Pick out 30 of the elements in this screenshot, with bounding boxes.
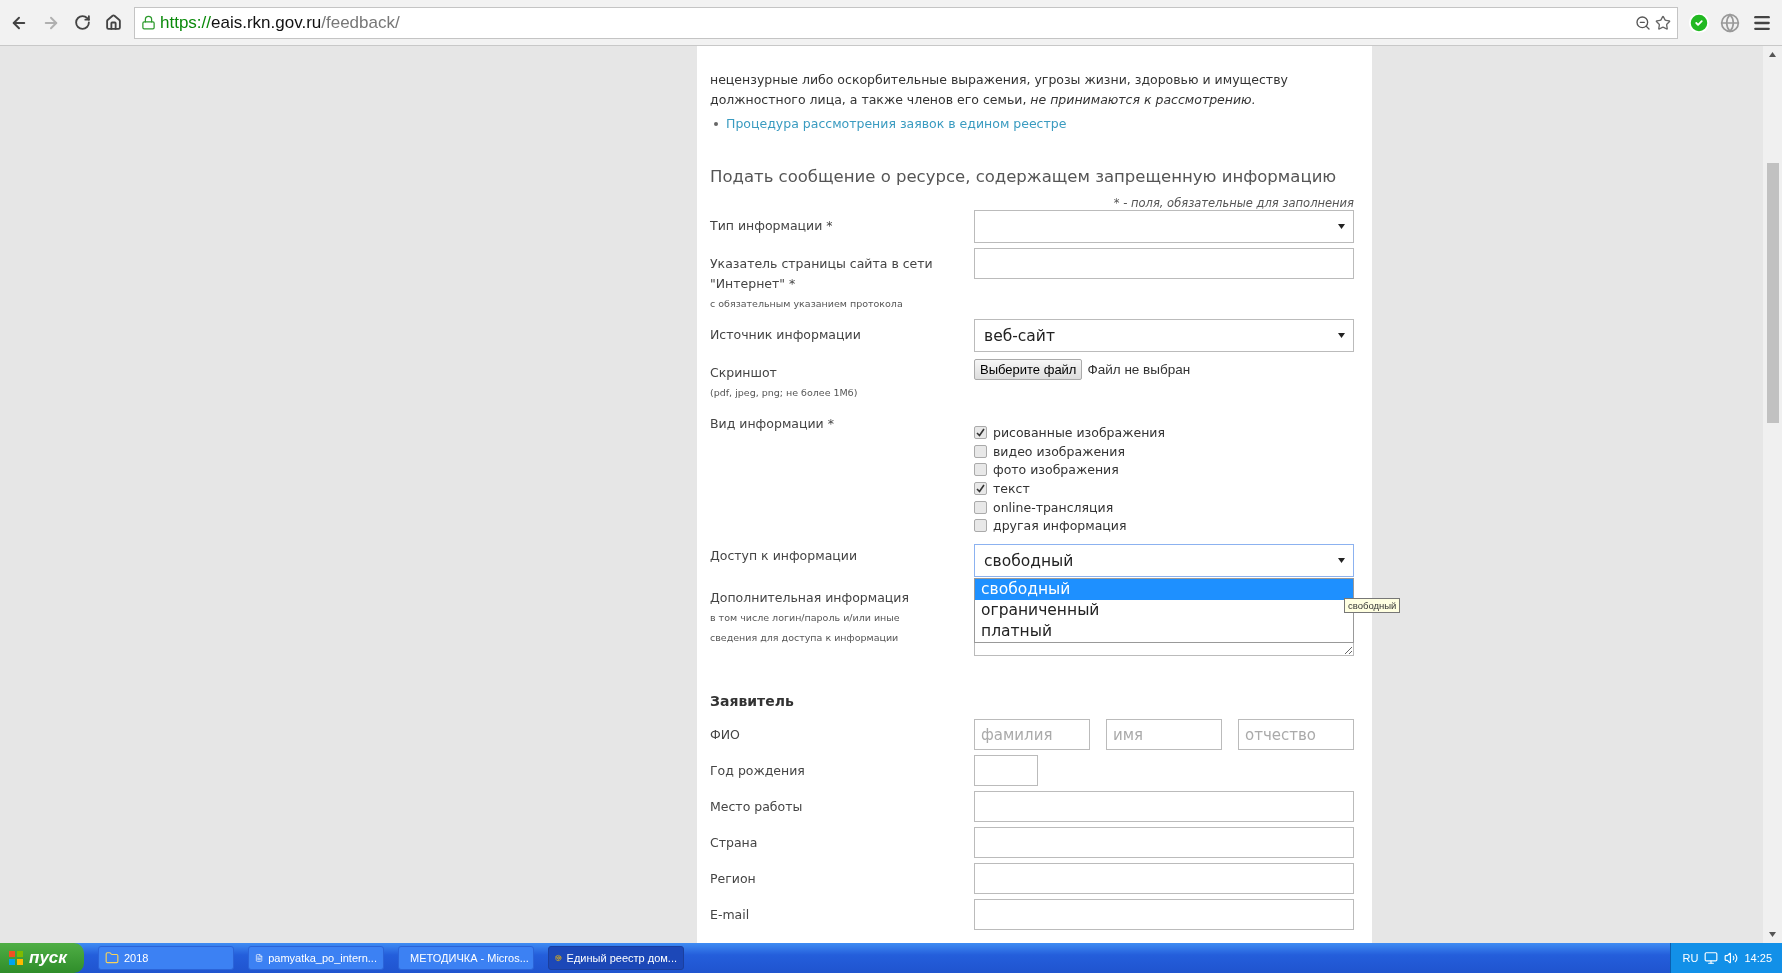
field-label: Регион [710,870,757,889]
field-label: Доступ к информации [710,547,859,566]
field-hint: в том числе логин/пароль и/или иные сведения для доступа к информации [710,611,901,646]
field-label: Указатель страницы сайта в сети "Интернет" * [710,255,934,293]
checkbox-label: фото изображения [993,462,1119,478]
required-note: * - поля, обязательные для заполнения [1112,196,1354,210]
checkbox-label: рисованные изображения [993,424,1165,440]
file-status: Файл не выбран [1087,362,1191,377]
notice-paragraph: нецензурные либо оскорбительные выражения, угрозы жизни, здоровью и имуществу должностного лица, а также членов его семьи, не принимаются к рассмотрению. [710,71,1289,109]
checkbox-label: текст [993,480,1030,496]
clock: 14:25 [1744,952,1772,964]
field-label: Год рождения [710,762,806,781]
field-label: Тип информации * [710,217,834,235]
field-label: Место работы [710,798,804,817]
field-label: Скриншот [710,364,778,382]
field-label: Источник информации [710,326,862,344]
form-title: Подать сообщение о ресурсе, содержащем запрещенную информацию [710,167,1338,186]
tooltip: свободный [1344,598,1401,614]
section-title: Заявитель [710,693,795,710]
checkbox-label: online-трансляция [993,499,1114,515]
field-label: Страна [710,834,759,853]
url-text: https://eais.rkn.gov.ru/feedback/ [160,12,400,33]
field-hint: с обязательным указанием протокола [710,297,904,311]
field-label: Вид информации * [710,415,835,433]
field-label: Дополнительная информация [710,589,910,608]
field-label: E-mail [710,906,751,925]
checkbox-label: видео изображения [993,443,1125,459]
checkbox-label: другая информация [993,518,1127,534]
field-hint: (pdf, jpeg, png; не более 1Мб) [710,386,859,400]
field-label: ФИО [710,726,741,745]
